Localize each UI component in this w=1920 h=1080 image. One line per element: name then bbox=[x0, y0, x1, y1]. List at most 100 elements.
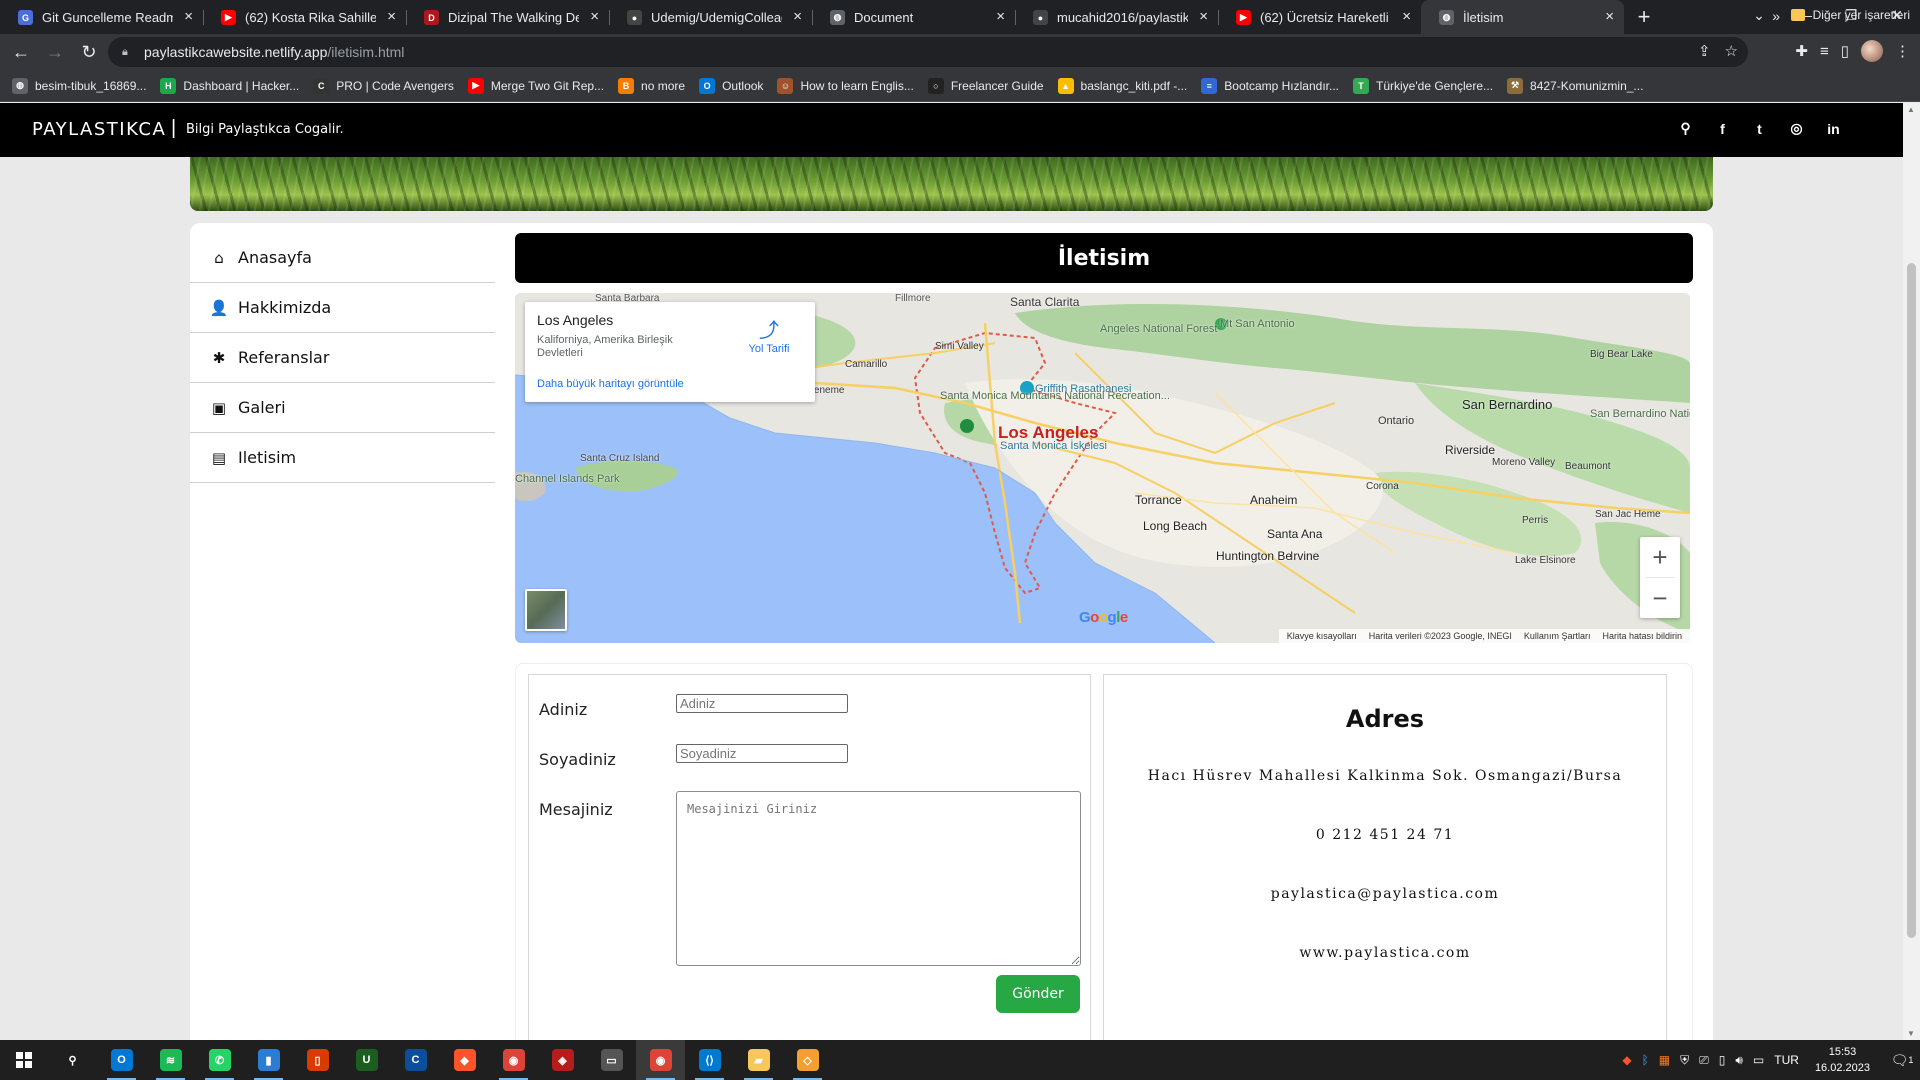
bookmark-item[interactable]: ▶ Merge Two Git Rep... bbox=[467, 77, 604, 94]
language-indicator[interactable]: TUR bbox=[1774, 1053, 1799, 1067]
reload-icon[interactable]: ↻ bbox=[76, 39, 102, 65]
bookmark-item[interactable]: O Outlook bbox=[699, 77, 763, 94]
map-footer-link[interactable]: Harita verileri ©2023 Google, INEGI bbox=[1369, 631, 1512, 641]
share-icon[interactable]: ⇪ bbox=[1698, 42, 1711, 60]
taskbar-app[interactable]: ◉ bbox=[489, 1040, 538, 1080]
taskbar-app[interactable]: ▯ bbox=[293, 1040, 342, 1080]
volume-icon[interactable]: 🔊︎ bbox=[1735, 1053, 1743, 1068]
other-bookmarks[interactable]: Diğer yer işaretleri bbox=[1790, 8, 1910, 22]
linkedin-icon[interactable]: in bbox=[1824, 119, 1843, 138]
extensions-icon[interactable]: ✚ bbox=[1795, 42, 1808, 60]
taskbar-app[interactable]: ⟨⟩ bbox=[685, 1040, 734, 1080]
bookmark-item[interactable]: C PRO | Code Avengers bbox=[313, 77, 454, 94]
media-icon[interactable]: ≡ bbox=[1820, 43, 1829, 60]
bookmark-item[interactable]: ⚒ 8427-Komunizmin_... bbox=[1507, 77, 1643, 94]
facebook-icon[interactable]: f bbox=[1713, 119, 1732, 138]
taskbar-app[interactable]: U bbox=[342, 1040, 391, 1080]
surname-input[interactable] bbox=[676, 744, 848, 763]
browser-tab[interactable]: ● Udemig/UdemigColleage × bbox=[609, 0, 812, 34]
sidebar-item-referanslar[interactable]: ✱ Referanslar bbox=[190, 333, 495, 383]
search-icon[interactable]: ⚲ bbox=[1676, 119, 1695, 138]
notification-center-icon[interactable]: 🗨︎ 1 bbox=[1884, 1040, 1920, 1080]
forward-icon[interactable]: → bbox=[42, 39, 68, 65]
bookmark-star-icon[interactable]: ☆ bbox=[1725, 42, 1738, 60]
browser-tab[interactable]: ● mucahid2016/paylastikcaW × bbox=[1015, 0, 1218, 34]
scroll-up-icon[interactable]: ▲ bbox=[1907, 105, 1915, 114]
browser-tab[interactable]: ▶ (62) Kosta Rika Sahilleri Bir × bbox=[203, 0, 406, 34]
tab-close-icon[interactable]: × bbox=[387, 8, 396, 25]
bookmark-item[interactable]: ○ Freelancer Guide bbox=[927, 77, 1044, 94]
satellite-toggle[interactable] bbox=[525, 589, 567, 631]
tab-close-icon[interactable]: × bbox=[996, 8, 1005, 25]
back-icon[interactable]: ← bbox=[8, 39, 34, 65]
map-embed[interactable]: Los Angeles Santa Clarita Fillmore Simi Va… bbox=[515, 293, 1690, 643]
zoom-in-button[interactable]: + bbox=[1640, 537, 1680, 577]
taskbar-app[interactable]: ◈ bbox=[538, 1040, 587, 1080]
name-input[interactable] bbox=[676, 694, 848, 713]
clock[interactable]: 15:53 16.02.2023 bbox=[1815, 1044, 1870, 1076]
taskbar-app[interactable]: C bbox=[391, 1040, 440, 1080]
browser-tab[interactable]: ◍ Document × bbox=[812, 0, 1015, 34]
submit-button[interactable]: Gönder bbox=[996, 975, 1080, 1013]
taskbar-app[interactable]: ◉ bbox=[636, 1040, 685, 1080]
taskbar-app[interactable]: ▰ bbox=[734, 1040, 783, 1080]
tab-close-icon[interactable]: × bbox=[1199, 8, 1208, 25]
twitter-icon[interactable]: t bbox=[1750, 119, 1769, 138]
map-footer-link[interactable]: Klavye kısayolları bbox=[1287, 631, 1357, 641]
taskbar-app[interactable]: ✆ bbox=[195, 1040, 244, 1080]
bookmark-item[interactable]: H Dashboard | Hacker... bbox=[160, 77, 299, 94]
profile-avatar[interactable] bbox=[1861, 40, 1883, 62]
sidebar-item-galeri[interactable]: ▣ Galeri bbox=[190, 383, 495, 433]
bookmark-item[interactable]: ▲ baslangc_kiti.pdf -... bbox=[1057, 77, 1187, 94]
sidebar-item-hakkimizda[interactable]: 👤 Hakkimizda bbox=[190, 283, 495, 333]
app-tray-icon[interactable]: ▦ bbox=[1659, 1053, 1670, 1067]
address-bar[interactable]: 🔒︎ paylastikcawebsite.netlify.app/iletis… bbox=[108, 37, 1748, 67]
tab-close-icon[interactable]: × bbox=[1605, 8, 1614, 25]
page-scrollbar[interactable]: ▲ ▼ bbox=[1903, 103, 1920, 1040]
bookmarks-overflow-icon[interactable]: » bbox=[1772, 8, 1780, 24]
zoom-out-button[interactable]: − bbox=[1640, 578, 1680, 618]
directions-button[interactable]: ⤴ Yol Tarifi bbox=[739, 314, 799, 355]
taskbar-app[interactable]: ⚲ bbox=[48, 1040, 97, 1080]
tab-close-icon[interactable]: × bbox=[590, 8, 599, 25]
browser-tab[interactable]: ◍ İletisim × bbox=[1421, 0, 1624, 34]
taskbar-app[interactable]: ◇ bbox=[783, 1040, 832, 1080]
scrollbar-thumb[interactable] bbox=[1907, 263, 1916, 938]
taskbar-app[interactable]: ≋ bbox=[146, 1040, 195, 1080]
taskbar-app[interactable]: ▮ bbox=[244, 1040, 293, 1080]
message-textarea[interactable] bbox=[676, 791, 1081, 966]
browser-tab[interactable]: D Dizipal The Walking Dead × bbox=[406, 0, 609, 34]
new-tab-button[interactable]: + bbox=[1624, 0, 1664, 34]
brave-tray-icon[interactable]: ◆ bbox=[1622, 1053, 1631, 1067]
map-footer-link[interactable]: Harita hatası bildirin bbox=[1602, 631, 1682, 641]
tab-close-icon[interactable]: × bbox=[793, 8, 802, 25]
browser-tab[interactable]: G Git Guncelleme Readme ve × bbox=[0, 0, 203, 34]
taskbar-app[interactable]: ◆ bbox=[440, 1040, 489, 1080]
instagram-icon[interactable]: ◎ bbox=[1787, 119, 1806, 138]
browser-tab[interactable]: ▶ (62) Ücretsiz Hareketli Mas × bbox=[1218, 0, 1421, 34]
bookmark-item[interactable]: ≡ Bootcamp Hızlandır... bbox=[1201, 77, 1339, 94]
menu-icon[interactable]: ⋮ bbox=[1895, 42, 1910, 60]
taskbar-app[interactable]: ▭ bbox=[587, 1040, 636, 1080]
tab-close-icon[interactable]: × bbox=[1402, 8, 1411, 25]
bookmark-item[interactable]: Bno more bbox=[618, 77, 685, 94]
lock-icon[interactable]: 🔒︎ bbox=[122, 46, 132, 58]
bookmark-item[interactable]: T Türkiye'de Gençlere... bbox=[1353, 77, 1493, 94]
bookmark-item[interactable]: ◍ besim-tibuk_16869... bbox=[12, 77, 146, 94]
side-panel-icon[interactable]: ▯ bbox=[1841, 42, 1849, 60]
scroll-down-icon[interactable]: ▼ bbox=[1907, 1029, 1915, 1038]
taskbar-app[interactable]: O bbox=[97, 1040, 146, 1080]
tab-close-icon[interactable]: × bbox=[184, 8, 193, 25]
security-icon[interactable]: ⛨ bbox=[1680, 1053, 1689, 1068]
sidebar-item-anasayfa[interactable]: ⌂ Anasayfa bbox=[190, 233, 495, 283]
larger-map-link[interactable]: Daha büyük haritayı görüntüle bbox=[537, 378, 684, 390]
map-footer-link[interactable]: Kullanım Şartları bbox=[1524, 631, 1591, 641]
network-icon[interactable]: ▭ bbox=[1753, 1053, 1764, 1067]
bookmark-item[interactable]: ☺ How to learn Englis... bbox=[777, 77, 914, 94]
brand-logo[interactable]: PAYLASTIKCA bbox=[32, 119, 166, 140]
bluetooth-icon[interactable]: ᛒ bbox=[1642, 1053, 1649, 1067]
battery-icon[interactable]: ▯ bbox=[1719, 1053, 1726, 1067]
usb-icon[interactable]: ⎚ bbox=[1699, 1053, 1709, 1068]
sidebar-item-iletisim[interactable]: ▤ Iletisim bbox=[190, 433, 495, 483]
windows-start-button[interactable] bbox=[0, 1040, 48, 1080]
